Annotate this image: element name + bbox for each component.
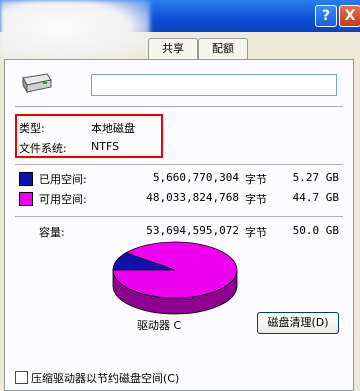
help-button[interactable]: ?: [315, 5, 337, 27]
drive-label: 驱动器 C: [137, 319, 182, 332]
used-space-swatch: [19, 172, 33, 186]
tab-sharing[interactable]: 共享: [148, 38, 198, 59]
free-space-unit: 字节: [245, 193, 267, 206]
hard-drive-icon: [22, 73, 52, 94]
compress-checkbox-label[interactable]: 压缩驱动器以节约磁盘空间(C): [31, 370, 179, 386]
close-button[interactable]: X: [339, 5, 360, 27]
properties-panel: 类型: 本地磁盘 文件系统: NTFS 已用空间: 5,660,770,304 …: [4, 59, 354, 391]
capacity-size: 50.0 GB: [292, 224, 339, 237]
free-space-size: 44.7 GB: [292, 191, 339, 204]
free-space-label: 可用空间:: [39, 193, 87, 206]
compress-checkbox[interactable]: [15, 371, 28, 384]
separator: [15, 164, 343, 165]
used-space-label: 已用空间:: [39, 173, 87, 186]
capacity-label: 容量:: [39, 226, 65, 239]
used-space-unit: 字节: [245, 173, 267, 186]
free-space-bytes: 48,033,824,768: [146, 191, 239, 204]
separator: [15, 216, 343, 217]
tab-strip: 共享 配额: [0, 38, 360, 60]
pie-slice-free: [112, 241, 238, 299]
disk-usage-pie-chart: [112, 241, 238, 315]
used-space-bytes: 5,660,770,304: [152, 171, 239, 184]
disk-cleanup-button[interactable]: 磁盘清理(D): [257, 312, 339, 334]
used-space-size: 5.27 GB: [292, 171, 339, 184]
type-label: 类型:: [19, 122, 45, 135]
separator: [15, 106, 343, 107]
tab-quota[interactable]: 配额: [198, 38, 248, 59]
type-value: 本地磁盘: [91, 122, 135, 135]
filesystem-label: 文件系统:: [19, 142, 67, 155]
capacity-unit: 字节: [245, 226, 267, 239]
filesystem-value: NTFS: [91, 140, 120, 153]
free-space-swatch: [19, 192, 33, 206]
volume-name-input[interactable]: [91, 74, 337, 96]
